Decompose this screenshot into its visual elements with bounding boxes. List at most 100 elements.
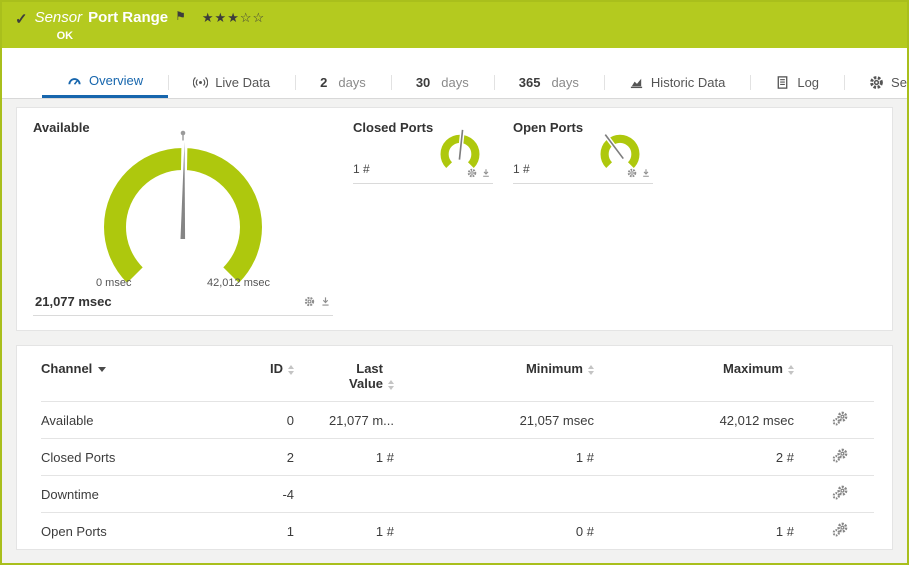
tab-365-days-unit: days [551,74,579,90]
pin-icon[interactable] [481,168,491,178]
tab-overview-label: Overview [89,73,144,88]
tab-historic-data-label: Historic Data [650,74,726,90]
channel-maximum-cell: 42,012 msec [606,401,806,439]
column-header-last-value-label: Last Value [349,361,383,391]
tab-log-label: Log [797,74,820,90]
page-title: Port Range [88,9,169,26]
column-header-id[interactable]: ID [231,346,306,402]
pin-icon[interactable] [320,296,331,307]
channel-name-cell: Closed Ports [41,438,231,476]
tab-live-data-label: Live Data [215,74,271,90]
channel-minimum-cell: 1 # [406,438,606,476]
channel-minimum-cell [406,475,606,513]
sensor-header: ✓ Sensor Port Range ⚑ ★★★☆☆ OK [2,2,907,48]
tab-365-days[interactable]: 365 days [493,66,604,98]
pin-icon[interactable] [641,168,651,178]
channel-row-closed-ports[interactable]: Closed Ports 2 1 # 1 # 2 # [41,438,874,476]
live-broadcast-icon [193,75,208,90]
channel-id-cell: 2 [231,438,306,476]
channel-row-downtime[interactable]: Downtime -4 [41,475,874,513]
channel-minimum-cell: 21,057 msec [406,401,606,439]
tab-30-days-number: 30 [415,74,431,90]
tab-log[interactable]: Log [750,66,844,98]
tab-365-days-number: 365 [518,74,541,90]
column-header-channel[interactable]: Channel [41,346,231,402]
gauge-open-ports-value: 1 # [513,162,530,176]
status-check-icon: ✓ [15,11,28,28]
gauge-max-marker-icon [180,130,186,141]
column-header-maximum[interactable]: Maximum [606,346,806,402]
tab-historic-data[interactable]: Historic Data [603,66,750,98]
column-header-maximum-label: Maximum [723,361,783,376]
gauge-available-value: 21,077 msec [35,294,112,309]
gauge-available: Available 0 msec 42,012 msec 21,077 msec [33,120,333,316]
channel-maximum-cell: 2 # [606,438,806,476]
sort-icon[interactable] [288,364,294,375]
channel-maximum-cell: 1 # [606,512,806,549]
channel-settings-gear-icon[interactable] [467,168,477,178]
channel-row-available[interactable]: Available 0 21,077 m... 21,057 msec 42,0… [41,401,874,439]
column-header-minimum-label: Minimum [525,361,583,376]
channel-id-cell: 1 [231,512,306,549]
gear-icon [869,75,884,90]
gauges-panel: Available 0 msec 42,012 msec 21,077 msec… [16,107,893,331]
channel-last-value-cell [306,475,406,513]
channels-table-panel: Channel ID Last Value Minimum Maximum Av… [16,345,893,550]
table-header-row: Channel ID Last Value Minimum Maximum [41,346,874,402]
gauge-max-label: 42,012 msec [207,277,270,289]
channel-name-cell: Open Ports [41,512,231,549]
tab-2-days-unit: days [338,74,366,90]
main-content: Available 0 msec 42,012 msec 21,077 msec… [2,99,907,563]
tab-settings[interactable]: Settings [844,66,907,98]
tab-settings-label: Settings [891,74,907,90]
gauge-open-ports: Open Ports 1 # [513,120,653,184]
tab-bar: Overview Live Data 2 days 30 days 365 da… [2,66,907,99]
prtg-sensor-window: ✓ Sensor Port Range ⚑ ★★★☆☆ OK Overview … [0,0,909,565]
channel-settings-icon[interactable] [832,522,849,537]
channel-settings-gear-icon[interactable] [627,168,637,178]
channel-settings-icon[interactable] [832,448,849,463]
channel-settings-icon[interactable] [832,485,849,500]
channels-table: Channel ID Last Value Minimum Maximum Av… [41,346,874,549]
sort-icon[interactable] [388,379,394,390]
sort-icon[interactable] [588,364,594,375]
gauge-available-footer: 21,077 msec [33,291,333,316]
gauge-scale: 0 msec 42,012 msec [68,277,298,289]
channel-minimum-cell: 0 # [406,512,606,549]
tab-2-days[interactable]: 2 days [295,66,391,98]
gauge-closed-ports: Closed Ports 1 # [353,120,493,184]
sort-desc-icon [98,367,107,373]
sort-icon[interactable] [788,364,794,375]
column-header-last-value[interactable]: Last Value [306,346,406,402]
tab-30-days[interactable]: 30 days [390,66,494,98]
flag-icon[interactable]: ⚑ [175,9,186,23]
channel-last-value-cell: 21,077 m... [306,401,406,439]
channel-name-cell: Available [41,401,231,439]
tab-2-days-number: 2 [320,74,328,90]
chart-icon [629,75,644,90]
tab-live-data[interactable]: Live Data [168,66,295,98]
channel-settings-icon[interactable] [832,411,849,426]
document-icon [775,75,790,90]
tab-30-days-unit: days [441,74,469,90]
gauge-icon [67,73,82,88]
status-badge: OK [56,30,74,42]
column-header-channel-label: Channel [41,361,93,376]
channel-id-cell: 0 [231,401,306,439]
gauge-closed-ports-value: 1 # [353,162,370,176]
sensor-title-block: Sensor Port Range ⚑ ★★★☆☆ OK [35,9,266,42]
column-header-minimum[interactable]: Minimum [406,346,606,402]
priority-stars[interactable]: ★★★☆☆ [202,10,265,26]
channel-maximum-cell [606,475,806,513]
channel-last-value-cell: 1 # [306,512,406,549]
column-header-actions [806,346,874,402]
object-kind-label: Sensor [34,9,83,26]
column-header-id-label: ID [270,361,283,376]
tab-overview[interactable]: Overview [42,66,169,98]
channel-name-cell: Downtime [41,475,231,513]
channel-settings-gear-icon[interactable] [304,296,315,307]
gauge-min-label: 0 msec [96,277,132,289]
channel-row-open-ports[interactable]: Open Ports 1 1 # 0 # 1 # [41,512,874,549]
available-gauge-dial [104,130,262,283]
channel-last-value-cell: 1 # [306,438,406,476]
